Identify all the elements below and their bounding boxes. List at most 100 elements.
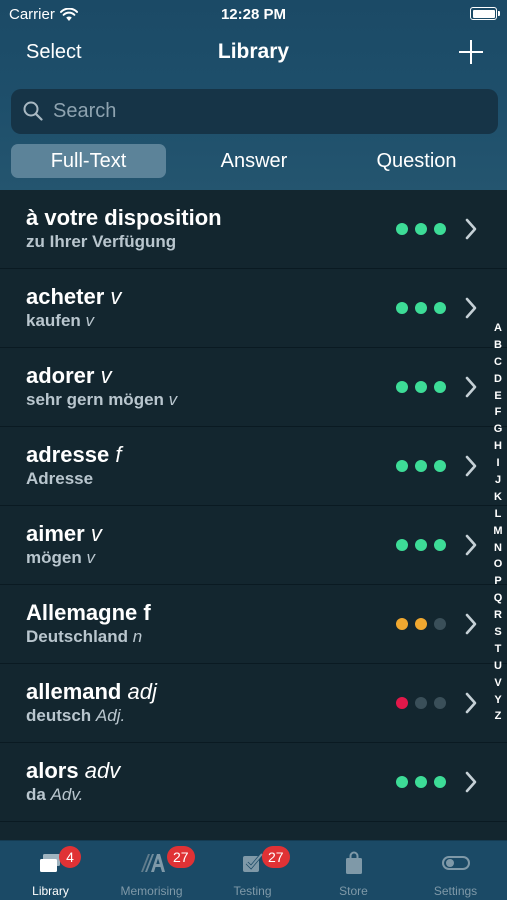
page-title: Library	[217, 40, 290, 63]
search-bar[interactable]	[11, 89, 498, 134]
index-letter[interactable]: O	[490, 556, 506, 573]
index-letter[interactable]: A	[490, 320, 506, 337]
index-letter[interactable]: M	[490, 523, 506, 540]
index-letter[interactable]: D	[490, 371, 506, 388]
tab-label: Testing	[233, 884, 272, 898]
index-letter[interactable]: K	[490, 489, 506, 506]
progress-dot	[415, 381, 427, 393]
plus-icon[interactable]	[459, 40, 483, 64]
translation-part-of-speech: n	[132, 627, 143, 646]
tab-bar: 4 Library 27 Memorising 27 Testing Store	[0, 840, 507, 900]
search-icon	[23, 101, 43, 121]
translation-text: sehr gern mögen	[26, 390, 164, 409]
index-letter[interactable]: S	[490, 624, 506, 641]
progress-dot	[396, 381, 408, 393]
translation-part-of-speech: v	[86, 548, 95, 567]
index-letter[interactable]: R	[490, 607, 506, 624]
translation-part-of-speech: Adj.	[95, 706, 126, 725]
segment-answer[interactable]: Answer	[173, 144, 335, 178]
index-letter[interactable]: B	[490, 337, 506, 354]
index-letter[interactable]: C	[490, 354, 506, 371]
translation: kaufen v	[26, 311, 94, 331]
progress-dot	[434, 381, 446, 393]
list-item[interactable]: aimer v mögen v	[0, 506, 507, 585]
tab-label: Library	[32, 884, 69, 898]
progress-dot	[415, 539, 427, 551]
index-letter[interactable]: E	[490, 388, 506, 405]
index-letter[interactable]: G	[490, 421, 506, 438]
index-letter[interactable]: V	[490, 675, 506, 692]
list-item[interactable]: Allemagne f Deutschland n	[0, 585, 507, 664]
alphabet-index[interactable]: ABCDEFGHIJKLMNOPQRSTUVYZ	[490, 320, 506, 725]
term-text: allemand	[26, 679, 122, 704]
battery-icon	[470, 7, 500, 20]
tab-label: Memorising	[120, 884, 183, 898]
term: à votre disposition	[26, 205, 222, 231]
index-letter[interactable]: H	[490, 438, 506, 455]
term: alors adv	[26, 758, 120, 784]
list-item[interactable]: allemand adj deutsch Adj.	[0, 664, 507, 743]
chevron-right-icon	[465, 455, 477, 477]
progress-dots	[396, 302, 446, 314]
list-item[interactable]: alors adv da Adv.	[0, 743, 507, 822]
term: adorer v	[26, 363, 112, 389]
index-letter[interactable]: Z	[490, 708, 506, 725]
index-letter[interactable]: U	[490, 658, 506, 675]
list-item[interactable]: à votre disposition zu Ihrer Verfügung	[0, 190, 507, 269]
translation: deutsch Adj.	[26, 706, 125, 726]
term-text: à votre disposition	[26, 205, 222, 230]
progress-dot	[434, 302, 446, 314]
index-letter[interactable]: T	[490, 641, 506, 658]
chevron-right-icon	[465, 376, 477, 398]
list-item[interactable]: adresse f Adresse	[0, 427, 507, 506]
clock: 12:28 PM	[220, 6, 287, 23]
tab-library[interactable]: 4 Library	[0, 841, 101, 900]
search-input[interactable]	[53, 89, 483, 134]
index-letter[interactable]: N	[490, 540, 506, 557]
term-part-of-speech: v	[90, 521, 102, 546]
index-letter[interactable]: Q	[490, 590, 506, 607]
index-letter[interactable]: Y	[490, 692, 506, 709]
progress-dot	[396, 776, 408, 788]
translation-text: kaufen	[26, 311, 81, 330]
term: adresse f	[26, 442, 121, 468]
term-part-of-speech: v	[110, 284, 122, 309]
translation: Adresse	[26, 469, 93, 489]
progress-dot	[415, 223, 427, 235]
chevron-right-icon	[465, 534, 477, 556]
index-letter[interactable]: L	[490, 506, 506, 523]
translation-text: zu Ihrer Verfügung	[26, 232, 177, 251]
index-letter[interactable]: P	[490, 573, 506, 590]
tab-memorising[interactable]: 27 Memorising	[101, 841, 202, 900]
term: Allemagne f	[26, 600, 151, 626]
progress-dot	[415, 618, 427, 630]
progress-dots	[396, 618, 446, 630]
chevron-right-icon	[465, 771, 477, 793]
progress-dots	[396, 381, 446, 393]
tab-store[interactable]: Store	[303, 841, 404, 900]
term: allemand adj	[26, 679, 157, 705]
term-text: acheter	[26, 284, 105, 309]
term-part-of-speech: adv	[84, 758, 121, 783]
progress-dot	[396, 539, 408, 551]
list-item[interactable]: acheter v kaufen v	[0, 269, 507, 348]
index-letter[interactable]: J	[490, 472, 506, 489]
progress-dot	[434, 539, 446, 551]
progress-dot	[434, 776, 446, 788]
progress-dot	[396, 697, 408, 709]
index-letter[interactable]: F	[490, 404, 506, 421]
translation-text: Deutschland	[26, 627, 129, 646]
term-text: alors	[26, 758, 79, 783]
list-item-partial[interactable]	[0, 822, 507, 840]
progress-dot	[396, 618, 408, 630]
list-item[interactable]: adorer v sehr gern mögen v	[0, 348, 507, 427]
tab-testing[interactable]: 27 Testing	[202, 841, 303, 900]
segment-full-text[interactable]: Full-Text	[11, 144, 166, 178]
translation-part-of-speech: v	[168, 390, 178, 409]
header: Carrier 12:28 PM Select Library Full-Tex…	[0, 0, 507, 190]
index-letter[interactable]: I	[490, 455, 506, 472]
shopping-bag-icon	[345, 851, 362, 874]
segment-question[interactable]: Question	[335, 144, 498, 178]
tab-settings[interactable]: Settings	[404, 841, 507, 900]
progress-dot	[396, 223, 408, 235]
